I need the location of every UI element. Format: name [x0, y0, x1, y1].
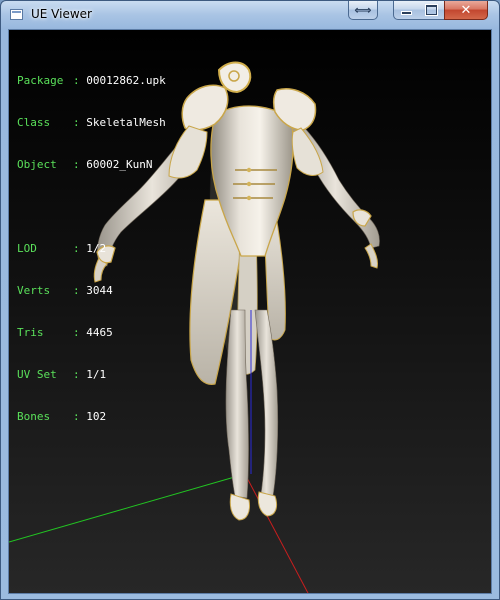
info-row-lod: LOD: 1/2	[17, 242, 107, 255]
info-value-uvset: 1/1	[86, 368, 107, 381]
mesh-info-panel: Package: 00012862.upk Class: SkeletalMes…	[17, 46, 166, 452]
window-title: UE Viewer	[31, 7, 92, 21]
info-row-class: Class: SkeletalMesh	[17, 116, 166, 129]
info-value-tris: 4465	[86, 326, 113, 339]
maximize-icon	[426, 5, 437, 15]
3d-viewport[interactable]: Package: 00012862.upk Class: SkeletalMes…	[8, 29, 492, 594]
swap-arrows-icon: ⟺	[354, 3, 372, 17]
info-row-uvset: UV Set: 1/1	[17, 368, 107, 381]
axis-x-line	[244, 473, 309, 593]
info-label-uvset: UV Set	[17, 368, 57, 381]
minimize-button[interactable]	[393, 1, 420, 20]
info-label-verts: Verts	[17, 284, 51, 297]
info-row-tris: Tris: 4465	[17, 326, 113, 339]
info-row-package: Package: 00012862.upk	[17, 74, 166, 87]
title-bar[interactable]: UE Viewer ⟺ ✕	[1, 1, 499, 29]
info-label-package: Package	[17, 74, 64, 87]
info-value-lod: 1/2	[86, 242, 107, 255]
info-label-object: Object	[17, 158, 57, 171]
info-row-verts: Verts: 3044	[17, 284, 113, 297]
info-label-tris: Tris	[17, 326, 44, 339]
close-icon: ✕	[460, 2, 472, 18]
info-row-bones: Bones: 102	[17, 410, 107, 423]
info-value-package: 00012862.upk	[86, 74, 166, 87]
info-value-object: 60002_KunN	[86, 158, 153, 171]
info-label-bones: Bones	[17, 410, 51, 423]
close-button[interactable]: ✕	[444, 1, 488, 20]
info-value-verts: 3044	[86, 284, 113, 297]
axis-y-line	[9, 473, 246, 543]
info-label-class: Class	[17, 116, 51, 129]
info-value-class: SkeletalMesh	[86, 116, 166, 129]
info-row-object: Object: 60002_KunN	[17, 158, 153, 171]
maximize-button[interactable]	[419, 1, 445, 20]
app-window: UE Viewer ⟺ ✕ Package: 00012862.upk Cla…	[0, 0, 500, 600]
info-value-bones: 102	[86, 410, 107, 423]
minimize-icon	[401, 11, 412, 15]
swap-view-button[interactable]: ⟺	[348, 1, 378, 20]
info-label-lod: LOD	[17, 242, 37, 255]
window-icon[interactable]	[10, 9, 23, 20]
